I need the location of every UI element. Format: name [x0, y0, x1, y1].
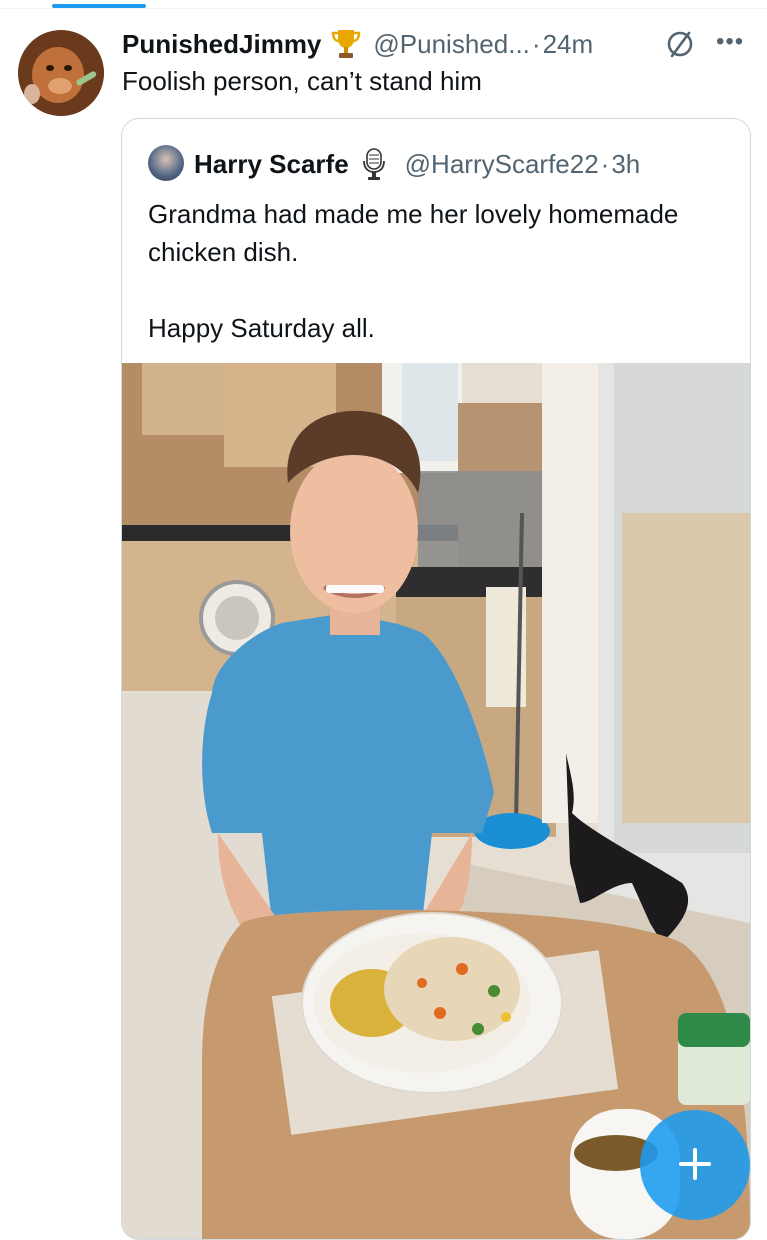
microphone-icon — [362, 148, 385, 180]
quoted-tweet[interactable]: Harry Scarfe @HarryScarfe22 · 3h Grandma… — [121, 118, 751, 1240]
grok-icon[interactable] — [664, 28, 696, 60]
handle[interactable]: @Punished... — [373, 29, 529, 60]
tweet-text: Foolish person, can’t stand him — [122, 66, 482, 96]
quoted-timestamp[interactable]: 3h — [611, 149, 640, 180]
more-icon[interactable]: ••• — [716, 30, 744, 54]
separator: · — [531, 28, 541, 59]
avatar[interactable] — [18, 30, 104, 116]
trophy-icon — [332, 30, 361, 58]
display-name[interactable]: PunishedJimmy — [122, 29, 321, 60]
quoted-text-line: Happy Saturday all. — [148, 313, 375, 343]
quoted-display-name[interactable]: Harry Scarfe — [194, 149, 349, 180]
quoted-header: Harry Scarfe @HarryScarfe22 · 3h — [194, 145, 640, 183]
compose-button[interactable] — [640, 1110, 750, 1220]
quoted-avatar[interactable] — [148, 145, 184, 181]
timestamp[interactable]: 24m — [543, 29, 594, 60]
tweet-header: PunishedJimmy @Punished... · 24m — [122, 26, 593, 62]
plus-icon — [679, 1148, 711, 1180]
quoted-separator: · — [600, 148, 610, 179]
divider — [0, 8, 767, 9]
quoted-text-line: Grandma had made me her lovely homemade … — [148, 199, 679, 267]
quoted-text: Grandma had made me her lovely homemade … — [148, 195, 728, 347]
tweet-photo[interactable] — [122, 363, 750, 1239]
quoted-handle[interactable]: @HarryScarfe22 — [405, 149, 599, 180]
